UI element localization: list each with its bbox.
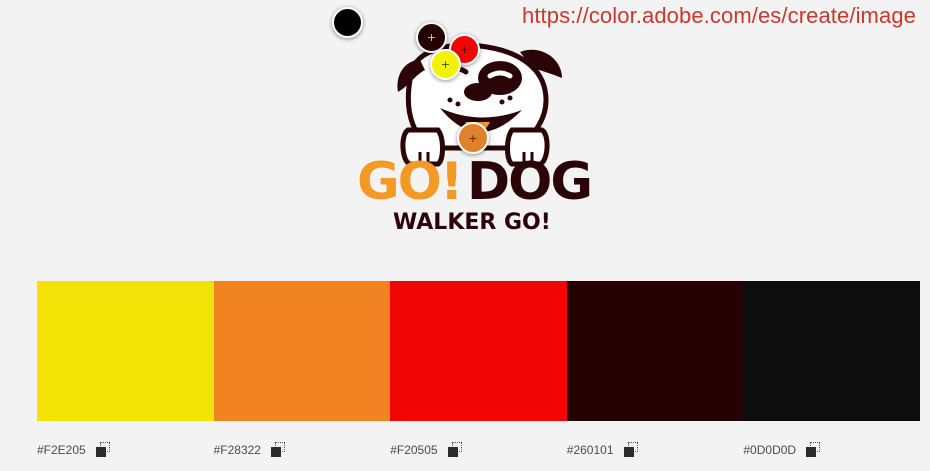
crosshair-icon: + [440, 58, 451, 71]
source-image: GO! DOG WALKER GO! + + + + https://color… [0, 0, 930, 270]
logo-word-dog: DOG [467, 152, 593, 212]
palette-swatches [37, 281, 920, 421]
hex-label: #F2E205 [37, 443, 86, 457]
swatch-4[interactable] [566, 281, 744, 421]
picker-yellow[interactable]: + [430, 49, 461, 80]
swatch-3[interactable] [390, 281, 567, 421]
hex-label: #F20505 [390, 443, 438, 457]
swatch-2[interactable] [213, 281, 391, 421]
hex-item-5: #0D0D0D [743, 440, 920, 460]
url-overlay: https://color.adobe.com/es/create/image [521, 3, 916, 28]
logo-tagline: WALKER GO! [393, 210, 551, 235]
copy-icon[interactable] [447, 442, 464, 458]
crosshair-icon: + [459, 43, 470, 56]
picker-orange[interactable]: + [457, 122, 489, 154]
hex-label: #260101 [566, 443, 614, 457]
copy-icon[interactable] [623, 442, 640, 458]
hex-item-4: #260101 [567, 440, 744, 460]
hex-label: #F28322 [213, 443, 261, 457]
hex-item-2: #F28322 [214, 440, 391, 460]
hex-code-row: #F2E205 #F28322 #F20505 #260101 #0D0D0D [37, 440, 920, 460]
hex-label: #0D0D0D [743, 443, 797, 457]
picker-black[interactable] [332, 7, 363, 38]
crosshair-icon: + [468, 131, 478, 145]
crosshair-icon: + [426, 31, 437, 44]
copy-icon[interactable] [95, 442, 112, 458]
logo-word-go: GO! [357, 152, 464, 212]
copy-icon[interactable] [806, 442, 822, 458]
swatch-5[interactable] [743, 281, 920, 421]
copy-icon[interactable] [270, 442, 287, 458]
hex-item-3: #F20505 [390, 440, 567, 460]
hex-item-1: #F2E205 [37, 440, 214, 460]
swatch-1[interactable] [37, 281, 214, 421]
